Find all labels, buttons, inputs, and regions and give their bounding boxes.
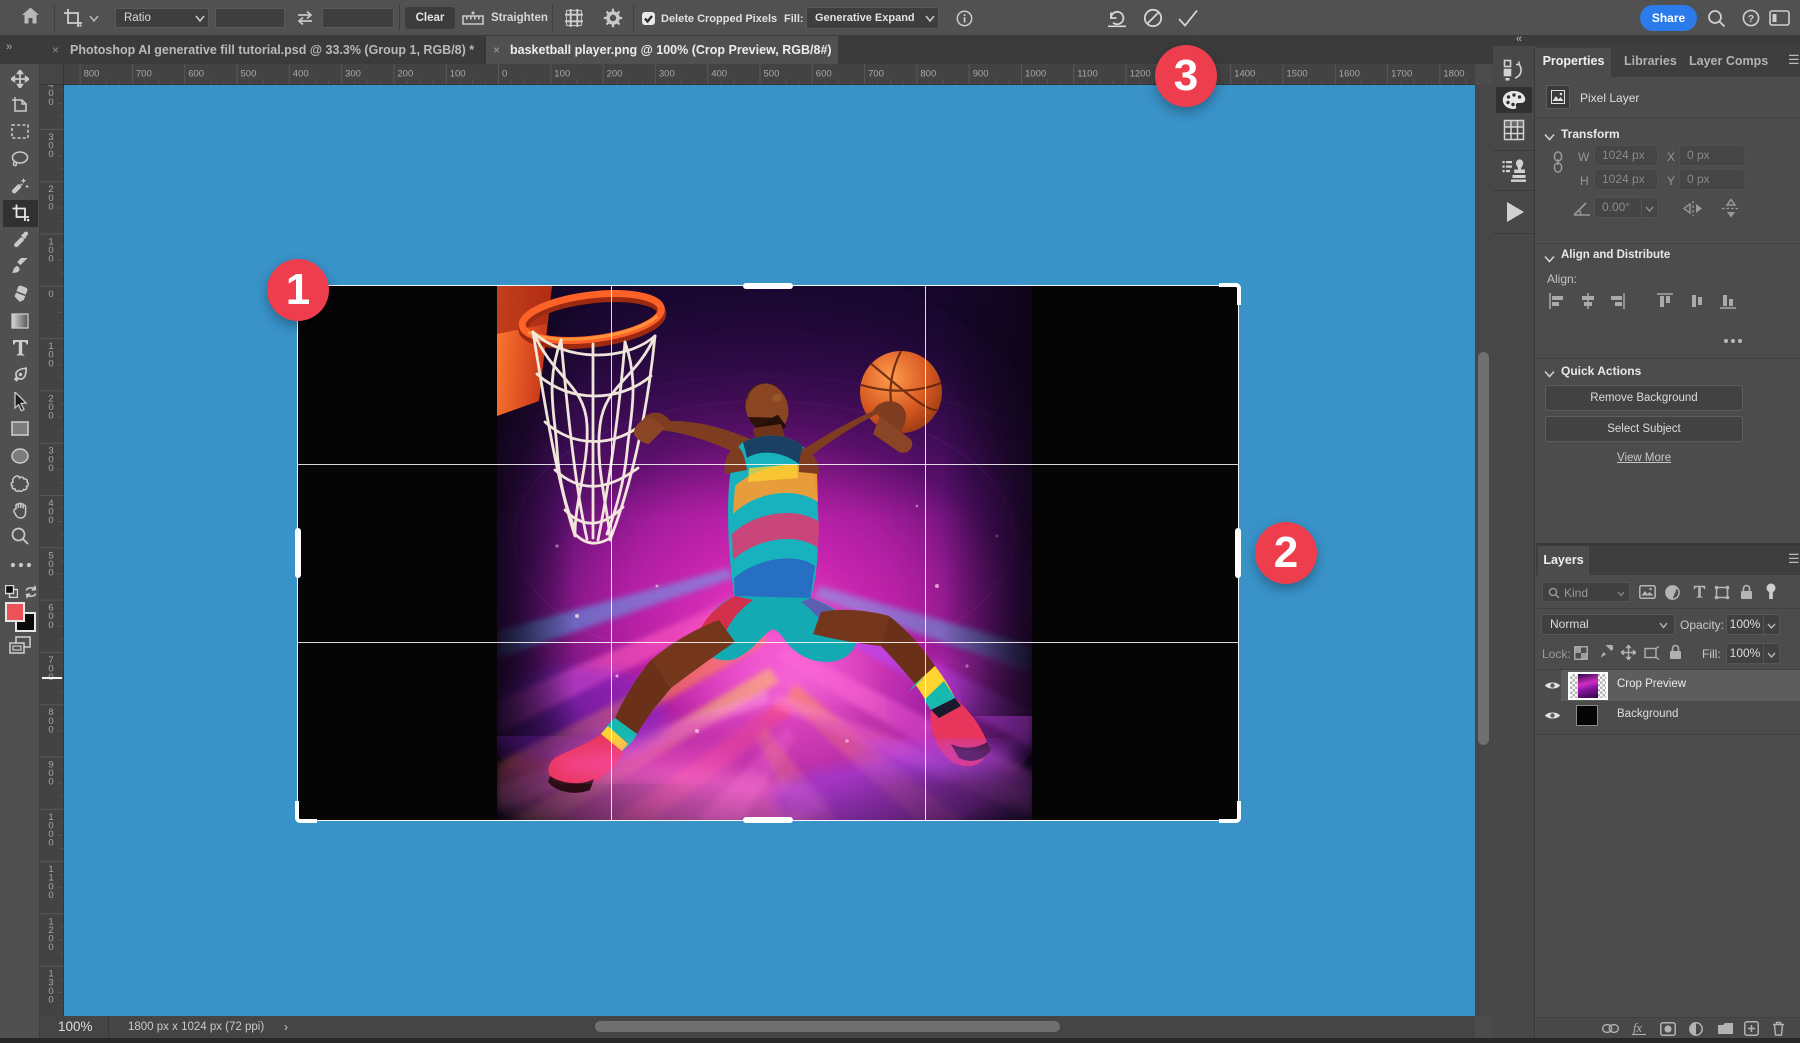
svg-text:400: 400	[293, 69, 309, 80]
svg-text:0: 0	[48, 201, 53, 212]
svg-text:0: 0	[48, 254, 53, 265]
svg-text:0: 0	[48, 149, 53, 160]
svg-text:700: 700	[868, 69, 884, 80]
svg-text:1400: 1400	[1234, 69, 1255, 80]
svg-text:1200: 1200	[1130, 69, 1151, 80]
svg-text:800: 800	[84, 69, 100, 80]
svg-text:200: 200	[397, 69, 413, 80]
svg-text:1100: 1100	[1077, 69, 1097, 80]
svg-text:700: 700	[136, 69, 152, 80]
svg-text:400: 400	[711, 69, 727, 80]
svg-text:0: 0	[48, 358, 53, 369]
svg-text:300: 300	[345, 69, 361, 80]
svg-text:0: 0	[502, 69, 507, 80]
svg-text:?: ?	[1748, 13, 1754, 25]
svg-text:1000: 1000	[1025, 69, 1046, 80]
svg-text:1600: 1600	[1339, 69, 1360, 80]
svg-text:0: 0	[48, 942, 53, 953]
svg-text:0: 0	[48, 995, 53, 1006]
svg-text:0: 0	[48, 411, 53, 422]
svg-text:100: 100	[450, 69, 466, 80]
svg-text:200: 200	[607, 69, 623, 80]
svg-text:500: 500	[764, 69, 780, 80]
svg-text:0: 0	[48, 890, 53, 901]
svg-text:600: 600	[816, 69, 832, 80]
svg-text:0: 0	[48, 97, 53, 108]
svg-text:800: 800	[920, 69, 936, 80]
svg-text:0: 0	[48, 568, 53, 579]
svg-text:500: 500	[241, 69, 257, 80]
svg-text:900: 900	[973, 69, 989, 80]
svg-text:0: 0	[48, 724, 53, 735]
svg-text:0: 0	[48, 289, 53, 300]
svg-text:0: 0	[48, 463, 53, 474]
svg-text:0: 0	[48, 515, 53, 526]
svg-text:0: 0	[48, 838, 53, 849]
svg-text:1700: 1700	[1391, 69, 1412, 80]
svg-text:1800: 1800	[1443, 69, 1464, 80]
svg-text:0: 0	[48, 620, 53, 631]
svg-text:300: 300	[659, 69, 675, 80]
svg-text:600: 600	[188, 69, 204, 80]
svg-text:1500: 1500	[1287, 69, 1308, 80]
svg-text:100: 100	[554, 69, 570, 80]
svg-text:0: 0	[48, 777, 53, 788]
